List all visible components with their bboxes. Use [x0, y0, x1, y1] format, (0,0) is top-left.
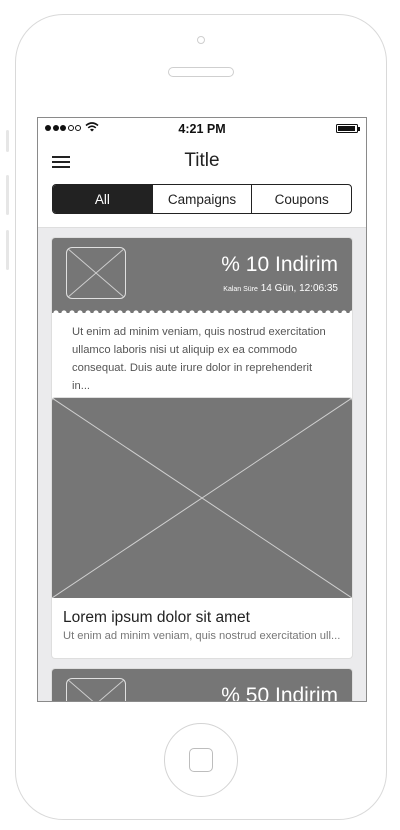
coupon-description: Ut enim ad minim veniam, quis nostrud ex… [72, 326, 326, 392]
page-title: Title [184, 150, 220, 171]
coupon-perforation [52, 309, 352, 317]
front-camera [197, 36, 205, 44]
earpiece-speaker [168, 67, 234, 77]
mute-switch [6, 130, 9, 152]
tab-campaigns[interactable]: Campaigns [151, 185, 252, 213]
home-square-icon [189, 748, 213, 772]
segmented-control: All Campaigns Coupons [52, 184, 352, 214]
volume-up-button [6, 175, 9, 215]
status-time: 4:21 PM [178, 122, 226, 136]
coupon-card[interactable]: % 10 Indirim Kalan Süre 14 Gün, 12:06:35… [52, 238, 352, 405]
app-screen: 4:21 PM Title All Campaigns Coupons % 10… [37, 117, 367, 702]
status-bar: 4:21 PM [38, 118, 366, 140]
coupon-header: % 50 Indirim [52, 669, 352, 702]
tab-coupons[interactable]: Coupons [251, 185, 351, 213]
image-placeholder-icon [66, 247, 126, 299]
feed-list: % 10 Indirim Kalan Süre 14 Gün, 12:06:35… [38, 228, 366, 701]
image-placeholder-icon [66, 678, 126, 701]
home-button[interactable] [164, 723, 238, 797]
battery-icon [336, 124, 360, 133]
campaign-title: Lorem ipsum dolor sit amet [63, 609, 250, 626]
coupon-discount: % 10 Indirim [221, 253, 338, 276]
remaining-value: 14 Gün, 12:06:35 [260, 283, 338, 294]
image-placeholder-icon [52, 398, 352, 598]
campaign-description: Ut enim ad minim veniam, quis nostrud ex… [63, 630, 341, 642]
volume-down-button [6, 230, 9, 270]
tab-all[interactable]: All [53, 185, 152, 213]
navigation-bar: Title All Campaigns Coupons [38, 140, 366, 228]
coupon-discount: % 50 Indirim [221, 684, 338, 702]
campaign-card[interactable]: Lorem ipsum dolor sit amet Ut enim ad mi… [52, 398, 352, 658]
coupon-card[interactable]: % 50 Indirim [52, 669, 352, 702]
coupon-remaining-time: Kalan Süre 14 Gün, 12:06:35 [223, 283, 338, 294]
coupon-header: % 10 Indirim Kalan Süre 14 Gün, 12:06:35 [52, 238, 352, 317]
remaining-label: Kalan Süre [223, 286, 258, 293]
